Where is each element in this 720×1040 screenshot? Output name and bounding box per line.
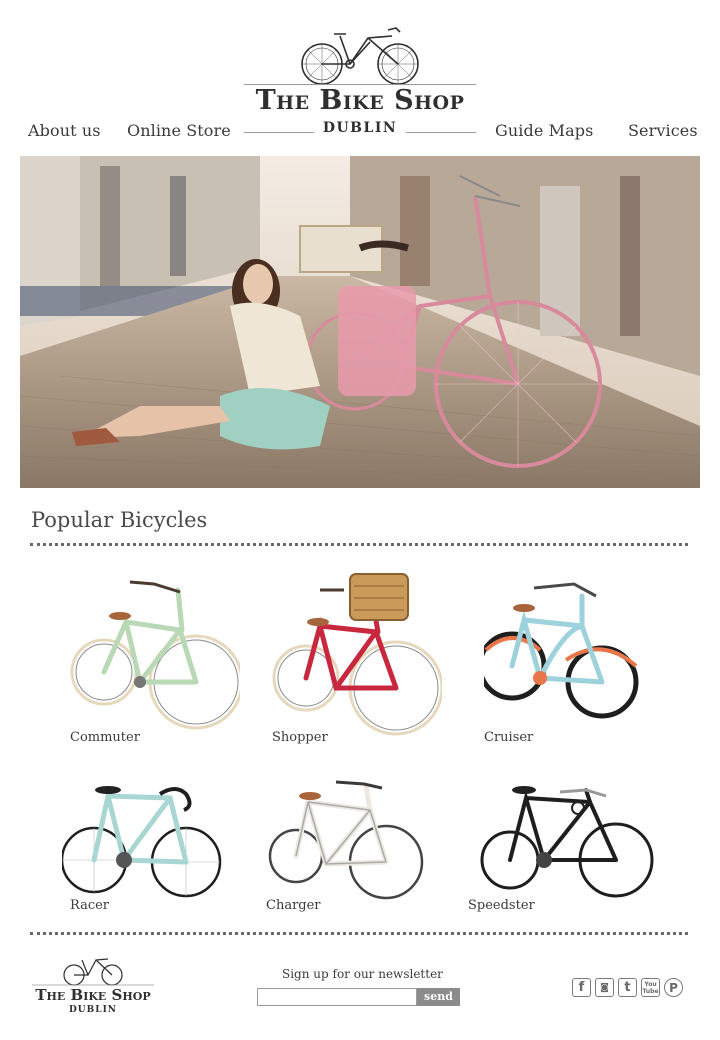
- footer-logo[interactable]: The Bike Shop DUBLIN: [30, 952, 156, 1018]
- product-label: Charger: [266, 898, 321, 913]
- speedster-bike-image: [480, 786, 654, 898]
- nav-online-store[interactable]: Online Store: [127, 121, 231, 140]
- product-label: Cruiser: [484, 730, 534, 745]
- product-shopper[interactable]: Shopper: [272, 570, 472, 760]
- product-commuter[interactable]: Commuter: [70, 570, 270, 760]
- shopper-bike-image: [272, 573, 442, 736]
- logo-bicycle-icon: [301, 27, 419, 85]
- product-label: Speedster: [468, 898, 535, 913]
- tumblr-icon[interactable]: t: [618, 978, 637, 997]
- site-logo[interactable]: The Bike Shop DUBLIN: [244, 24, 476, 142]
- racer-bike-image: [62, 786, 222, 898]
- logo-subtitle: DUBLIN: [322, 120, 398, 136]
- newsletter-send-button[interactable]: send: [417, 988, 460, 1006]
- section-title-popular: Popular Bicycles: [31, 508, 208, 532]
- footer-logo-bicycle-icon: [32, 958, 154, 986]
- newsletter-label: Sign up for our newsletter: [282, 967, 443, 981]
- charger-bike-image: [268, 780, 424, 900]
- product-label: Racer: [70, 898, 110, 913]
- youtube-icon[interactable]: You Tube: [641, 978, 660, 997]
- product-label: Commuter: [70, 730, 140, 745]
- pinterest-icon[interactable]: P: [664, 978, 683, 997]
- facebook-icon[interactable]: f: [572, 978, 591, 997]
- product-charger[interactable]: Charger: [266, 780, 466, 970]
- newsletter-email-input[interactable]: [257, 988, 417, 1006]
- nav-services[interactable]: Services: [628, 121, 698, 140]
- product-label: Shopper: [272, 730, 328, 745]
- logo-title: The Bike Shop: [255, 85, 465, 116]
- instagram-icon[interactable]: ◙: [595, 978, 614, 997]
- cruiser-bike-image: [484, 582, 639, 719]
- footer-logo-title: The Bike Shop: [35, 986, 151, 1004]
- hero-image: [20, 156, 700, 488]
- nav-about-us[interactable]: About us: [28, 121, 101, 140]
- divider-bottom: [30, 932, 688, 935]
- commuter-bike-image: [70, 580, 240, 730]
- product-speedster[interactable]: Speedster: [468, 780, 668, 970]
- product-cruiser[interactable]: Cruiser: [484, 570, 684, 760]
- product-racer[interactable]: Racer: [62, 780, 262, 970]
- nav-guide-maps[interactable]: Guide Maps: [495, 121, 593, 140]
- site-header: About us Online Store Guide Maps Service…: [0, 0, 720, 150]
- hero-banner: [20, 156, 700, 488]
- footer-logo-subtitle: DUBLIN: [68, 1005, 118, 1015]
- divider-top: [30, 543, 688, 546]
